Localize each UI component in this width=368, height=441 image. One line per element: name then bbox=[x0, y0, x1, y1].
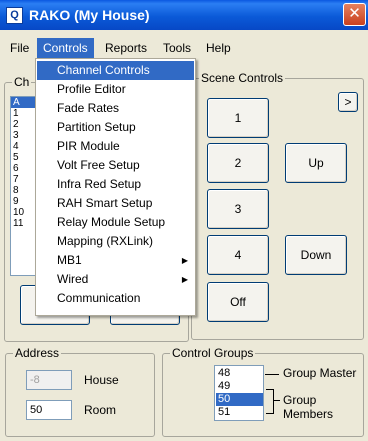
scene-1-button[interactable]: 1 bbox=[207, 98, 269, 138]
menu-item-profile-editor[interactable]: Profile Editor bbox=[37, 80, 194, 99]
menu-item-rah-smart-setup[interactable]: RAH Smart Setup bbox=[37, 194, 194, 213]
menu-item-wired[interactable]: Wired ▶ bbox=[37, 270, 194, 289]
group-master-label: Group Master bbox=[283, 366, 357, 380]
menu-item-fade-rates[interactable]: Fade Rates bbox=[37, 99, 194, 118]
menu-item-infra-red-setup[interactable]: Infra Red Setup bbox=[37, 175, 194, 194]
submenu-arrow-icon: ▶ bbox=[181, 275, 188, 284]
scene-4-button[interactable]: 4 bbox=[207, 235, 269, 275]
address-group: Address bbox=[5, 346, 155, 437]
menu-item-pir-module[interactable]: PIR Module bbox=[37, 137, 194, 156]
menu-bar: File Controls Reports Tools Help bbox=[0, 38, 368, 58]
close-button[interactable]: ✕ bbox=[343, 3, 366, 26]
control-group-item[interactable]: 48 bbox=[216, 367, 263, 380]
menu-help[interactable]: Help bbox=[200, 38, 237, 58]
submenu-arrow-icon: ▶ bbox=[181, 256, 188, 265]
menu-item-mb1[interactable]: MB1 ▶ bbox=[37, 251, 194, 270]
control-group-item[interactable]: 51 bbox=[216, 406, 263, 419]
menu-controls[interactable]: Controls bbox=[37, 38, 94, 58]
control-groups-list[interactable]: 48 49 50 51 bbox=[214, 365, 264, 421]
menu-item-volt-free-setup[interactable]: Volt Free Setup bbox=[37, 156, 194, 175]
menu-reports[interactable]: Reports bbox=[99, 38, 153, 58]
menu-item-relay-module-setup[interactable]: Relay Module Setup bbox=[37, 213, 194, 232]
scene-controls-legend: Scene Controls bbox=[199, 71, 286, 85]
window-title: RAKO (My House) bbox=[29, 7, 150, 23]
channel-controls-legend: Ch bbox=[12, 75, 32, 89]
controls-dropdown-menu: Channel Controls Profile Editor Fade Rat… bbox=[35, 58, 196, 316]
menu-tools[interactable]: Tools bbox=[157, 38, 197, 58]
title-bar: Q RAKO (My House) ✕ bbox=[0, 0, 368, 30]
control-group-item[interactable]: 49 bbox=[216, 380, 263, 393]
menu-item-channel-controls[interactable]: Channel Controls bbox=[37, 61, 194, 80]
scene-3-button[interactable]: 3 bbox=[207, 189, 269, 229]
group-members-label: Group Members bbox=[283, 393, 334, 421]
scene-scroll-button[interactable]: > bbox=[338, 92, 358, 112]
menu-file[interactable]: File bbox=[4, 38, 35, 58]
control-groups-legend: Control Groups bbox=[170, 346, 256, 360]
up-button[interactable]: Up bbox=[285, 143, 347, 183]
room-label: Room bbox=[84, 403, 117, 417]
menu-item-partition-setup[interactable]: Partition Setup bbox=[37, 118, 194, 137]
off-button[interactable]: Off bbox=[207, 282, 269, 322]
house-label: House bbox=[84, 373, 119, 387]
menu-item-mb1-label: MB1 bbox=[57, 253, 82, 267]
room-field[interactable]: 50 bbox=[26, 400, 72, 420]
scene-2-button[interactable]: 2 bbox=[207, 143, 269, 183]
app-icon[interactable]: Q bbox=[6, 7, 23, 24]
group-members-connector bbox=[274, 400, 280, 401]
menu-item-communication[interactable]: Communication bbox=[37, 289, 194, 308]
control-group-item[interactable]: 50 bbox=[216, 393, 263, 406]
group-members-bracket bbox=[266, 389, 274, 414]
menu-item-wired-label: Wired bbox=[57, 272, 89, 286]
menu-item-mapping-rxlink[interactable]: Mapping (RXLink) bbox=[37, 232, 194, 251]
house-field[interactable]: -8 bbox=[26, 370, 72, 390]
address-legend: Address bbox=[13, 346, 62, 360]
group-master-connector bbox=[265, 374, 279, 375]
down-button[interactable]: Down bbox=[285, 235, 347, 275]
